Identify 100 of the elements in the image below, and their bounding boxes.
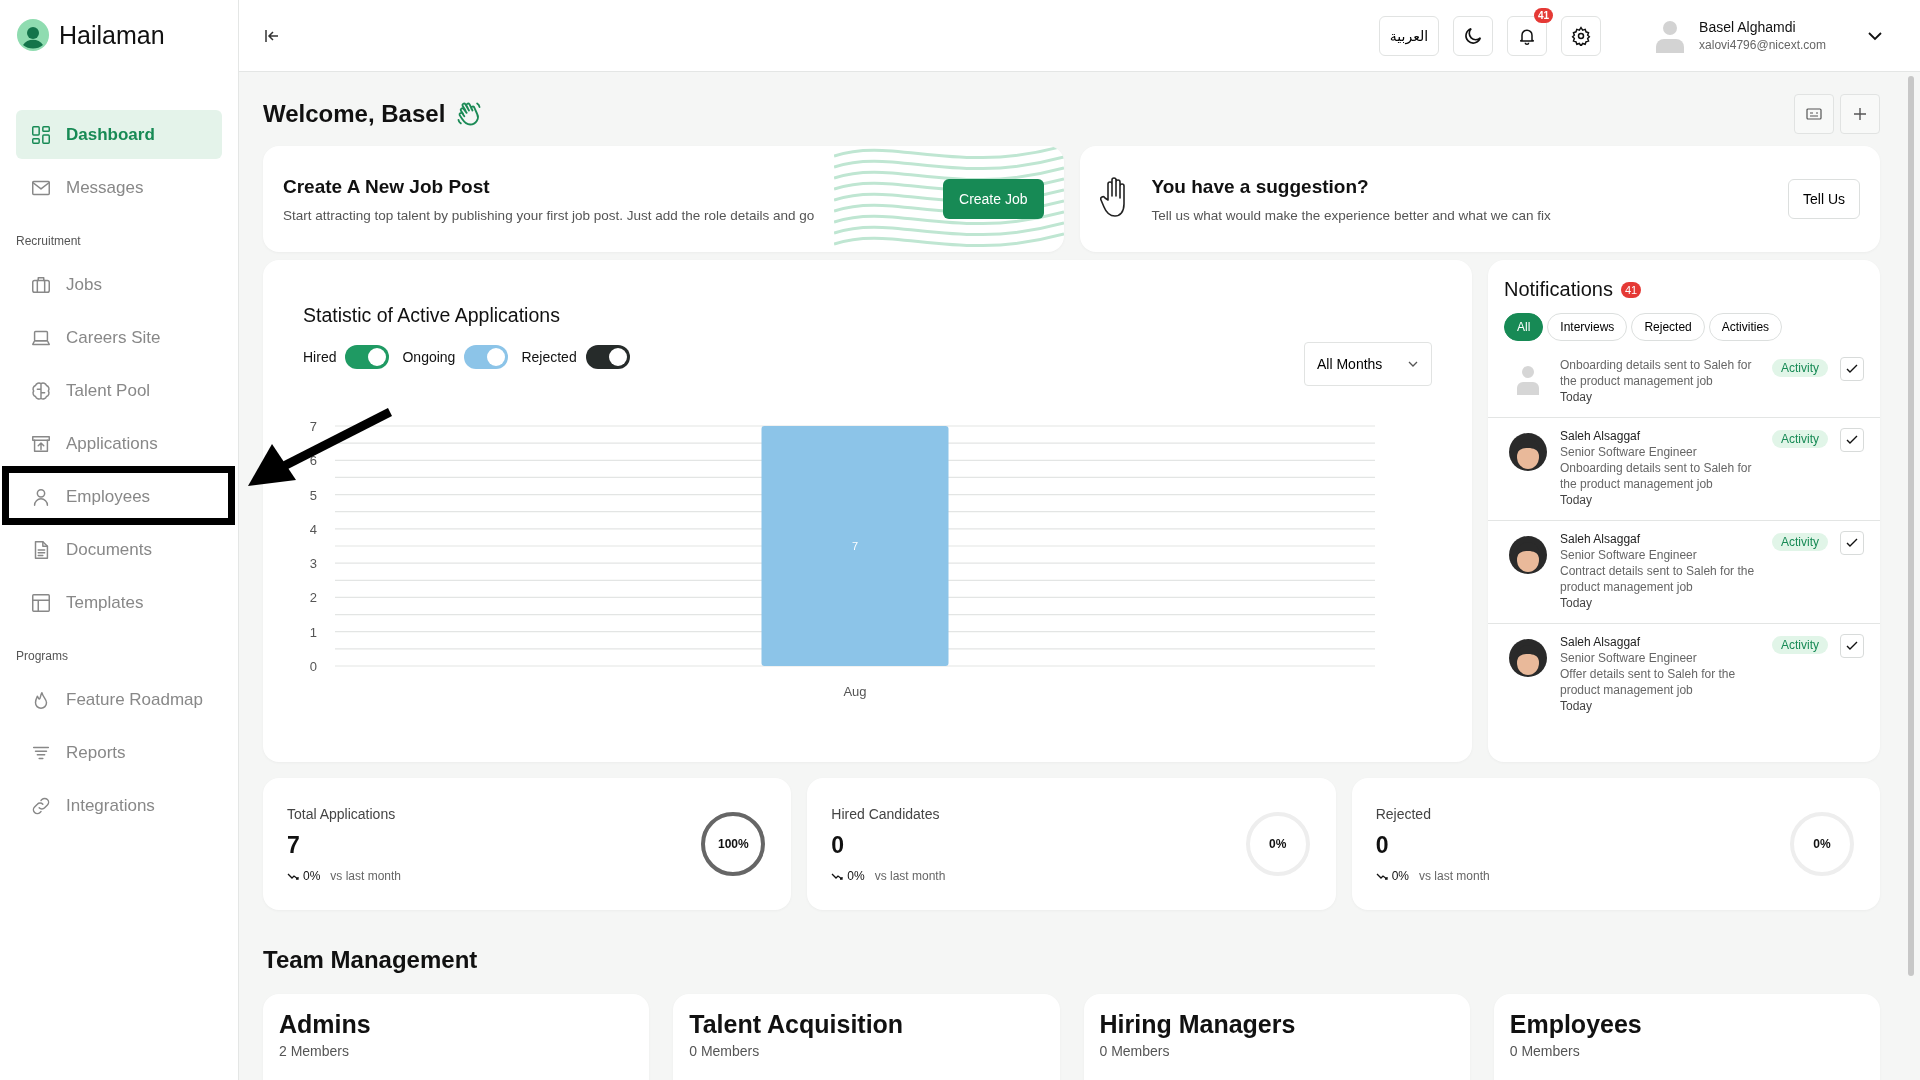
mark-read-button[interactable] — [1840, 531, 1864, 555]
add-button[interactable] — [1840, 94, 1880, 134]
checkmark-icon — [1846, 364, 1858, 374]
change-value: 0% — [1391, 868, 1409, 883]
activity-tag: Activity — [1772, 430, 1828, 448]
notification-message: Onboarding details sent to Saleh for the product management job — [1560, 357, 1753, 389]
series-toggle[interactable] — [585, 345, 630, 369]
notification-message: Contract details sent to Saleh for the product management job — [1560, 563, 1756, 595]
sender-role: Senior Software Engineer — [1560, 444, 1698, 460]
series-toggle[interactable] — [464, 345, 509, 369]
notification-time: Today — [1560, 698, 1594, 714]
stat-label: Hired Candidates — [831, 805, 941, 822]
sidebar-item[interactable]: Feature Roadmap — [16, 675, 222, 724]
toggle-label: Hired — [303, 349, 337, 365]
toggle-label: Ongoing — [402, 349, 456, 365]
brain-icon — [30, 379, 52, 402]
period-dropdown[interactable]: All Months — [1304, 342, 1432, 386]
sidebar-item[interactable]: Messages — [16, 163, 222, 212]
user-name: Basel Alghamdi — [1699, 19, 1797, 35]
notification-time: Today — [1560, 389, 1594, 405]
settings-button[interactable] — [1561, 15, 1602, 56]
y-tick-label: 4 — [309, 521, 317, 537]
team-name: Talent Acquisition — [689, 1010, 905, 1039]
sender-name: Saleh Alsaggaf — [1560, 428, 1642, 444]
sidebar-item[interactable]: Talent Pool — [16, 366, 222, 415]
sidebar-item[interactable]: Integrations — [16, 781, 222, 830]
avatar-icon — [1508, 638, 1548, 678]
mark-read-button[interactable] — [1840, 428, 1864, 452]
sidebar-item[interactable]: Employees — [16, 472, 222, 521]
id-card-icon — [1806, 107, 1822, 121]
sidebar-item[interactable]: Careers Site — [16, 313, 222, 362]
grid-icon — [30, 123, 52, 146]
brand-name: Hailaman — [59, 20, 165, 50]
filter-chip[interactable]: All — [1504, 313, 1544, 341]
tell-us-button[interactable]: Tell Us — [1788, 179, 1860, 219]
sidebar-item[interactable]: Templates — [16, 578, 222, 627]
notifications-title: Notifications — [1504, 278, 1613, 301]
sidebar-item[interactable]: Jobs — [16, 260, 222, 309]
team-name: Employees — [1509, 1010, 1643, 1039]
stat-label: Rejected — [1375, 805, 1432, 822]
trend-down-icon — [1375, 871, 1388, 880]
mark-read-button[interactable] — [1840, 357, 1864, 381]
sidebar-item[interactable]: Dashboard — [16, 110, 222, 159]
card-title: You have a suggestion? — [1151, 175, 1370, 198]
series-toggle[interactable] — [345, 345, 390, 369]
filter-chip[interactable]: Interviews — [1547, 313, 1628, 341]
change-value: 0% — [847, 868, 865, 883]
settings-icon — [1571, 25, 1592, 46]
activity-tag: Activity — [1772, 533, 1828, 551]
ring-percentage: 0% — [1813, 837, 1831, 851]
create-job-button[interactable]: Create Job — [943, 179, 1044, 219]
trend-down-icon — [831, 871, 844, 880]
sidebar-item[interactable]: Reports — [16, 728, 222, 777]
sender-role: Senior Software Engineer — [1560, 547, 1698, 563]
sidebar-item[interactable]: Applications — [16, 419, 222, 468]
member-count: 2 Members — [279, 1043, 351, 1059]
y-tick-label: 3 — [309, 556, 317, 572]
stat-value: 0 — [831, 831, 846, 859]
plus-icon — [1852, 106, 1868, 122]
member-count: 0 Members — [1509, 1043, 1581, 1059]
card-description: Start attracting top talent by publishing your first job post. Just add the role details and go — [283, 207, 816, 223]
y-tick-label: 0 — [309, 659, 317, 674]
section-title: Team Management — [263, 946, 479, 974]
filter-chip[interactable]: Activities — [1708, 313, 1783, 341]
checkmark-icon — [1846, 538, 1858, 548]
member-count: 0 Members — [689, 1043, 761, 1059]
card-description: Tell us what would make the experience better and what we can fix — [1151, 207, 1552, 223]
sender-name: Saleh Alsaggaf — [1560, 634, 1642, 650]
progress-ring — [699, 810, 768, 878]
avatar-icon — [1508, 432, 1548, 472]
toggle-label: Rejected — [521, 349, 577, 365]
sender-name: Saleh Alsaggaf — [1560, 531, 1642, 547]
mark-read-button[interactable] — [1840, 634, 1864, 658]
notification-time: Today — [1560, 595, 1594, 611]
avatar-icon — [1508, 535, 1548, 575]
y-tick-label: 1 — [309, 624, 317, 640]
sidebar-item[interactable]: Documents — [16, 525, 222, 574]
stat-label: Total Applications — [287, 805, 397, 822]
team-name: Admins — [279, 1010, 372, 1039]
change-note: vs last month — [1419, 868, 1490, 883]
activity-tag: Activity — [1772, 636, 1828, 654]
change-note: vs last month — [874, 868, 946, 883]
language-button[interactable]: العربية — [1378, 15, 1440, 56]
dark-mode-button[interactable] — [1453, 15, 1494, 56]
scrollbar[interactable] — [1908, 76, 1914, 976]
y-tick-label: 7 — [309, 419, 317, 434]
x-category-label: Aug — [843, 684, 867, 699]
notification-message: Onboarding details sent to Saleh for the product management job — [1560, 460, 1753, 492]
id-card-button[interactable] — [1794, 94, 1834, 134]
avatar-icon — [1655, 18, 1686, 53]
ring-percentage: 0% — [1269, 837, 1287, 851]
welcome-heading: Welcome, Basel — [263, 100, 446, 128]
card-title: Create A New Job Post — [283, 175, 491, 198]
section-heading: Programs — [16, 649, 69, 663]
y-tick-label: 5 — [309, 487, 317, 503]
checkmark-icon — [1846, 641, 1858, 651]
section-heading: Recruitment — [16, 234, 82, 248]
filter-chip[interactable]: Rejected — [1631, 313, 1705, 341]
team-name: Hiring Managers — [1099, 1010, 1297, 1039]
logo-icon — [16, 18, 50, 52]
